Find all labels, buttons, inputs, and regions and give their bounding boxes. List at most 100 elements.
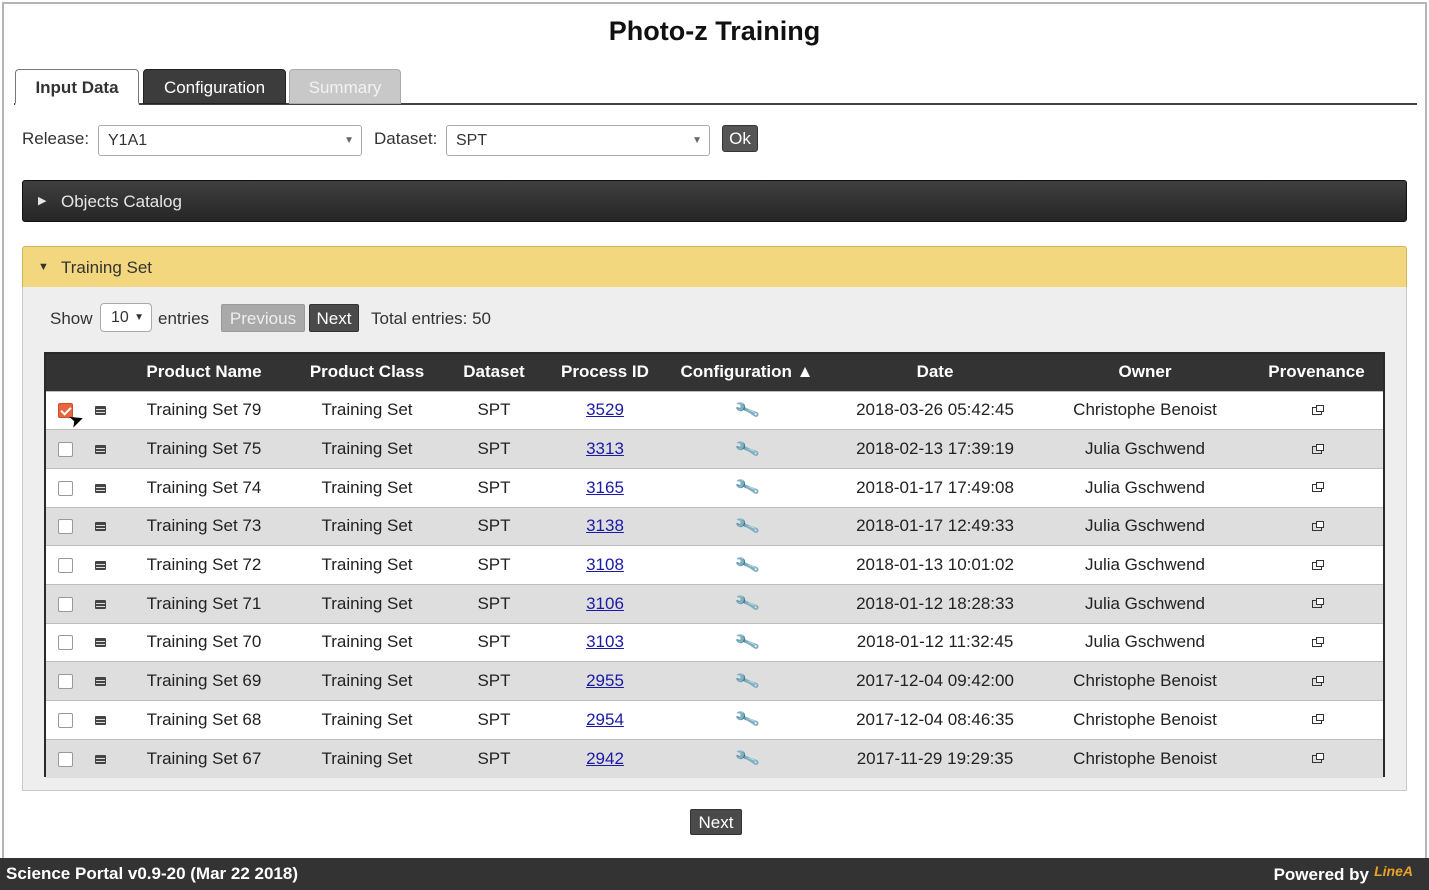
cell-date: 2018-01-13 10:01:02 [856, 555, 1014, 575]
entries-label: entries [158, 309, 210, 328]
table-view-icon[interactable] [94, 677, 106, 687]
external-link-icon[interactable] [1311, 714, 1324, 725]
table-view-icon[interactable] [94, 561, 106, 571]
process-id-link[interactable]: 2955 [586, 671, 624, 690]
cell-dataset: SPT [477, 477, 511, 497]
training-set-panel-header[interactable]: ▼ Training Set [22, 246, 1407, 288]
process-id-link[interactable]: 2954 [586, 710, 624, 729]
dataset-select[interactable]: SPT ▼ [446, 125, 710, 156]
cell-product-name: Training Set 68 [146, 709, 262, 729]
table-row[interactable]: Training Set 67 Training Set SPT 2942 🔧 2017-… [46, 739, 1383, 778]
wrench-icon[interactable]: 🔧 [733, 590, 761, 617]
row-checkbox[interactable] [57, 712, 73, 728]
table-view-icon[interactable] [94, 754, 106, 764]
col-provenance[interactable]: Provenance [1250, 354, 1383, 391]
cell-owner: Julia Gschwend [1084, 516, 1205, 536]
table-view-icon[interactable] [94, 638, 106, 648]
row-checkbox[interactable] [57, 596, 73, 612]
row-checkbox[interactable] [57, 442, 73, 458]
next-step-button[interactable]: Next [690, 809, 742, 835]
row-checkbox[interactable] [57, 674, 73, 690]
wrench-icon[interactable]: 🔧 [733, 513, 761, 540]
external-link-icon[interactable] [1311, 559, 1324, 570]
table-view-icon[interactable] [94, 483, 106, 493]
cell-product-class: Training Set [321, 555, 413, 575]
external-link-icon[interactable] [1311, 482, 1324, 493]
wrench-icon[interactable]: 🔧 [733, 667, 761, 694]
external-link-icon[interactable] [1311, 443, 1324, 454]
table-row[interactable]: Training Set 74 Training Set SPT 3165 🔧 2018-… [46, 468, 1383, 508]
row-checkbox[interactable] [57, 751, 73, 767]
release-select[interactable]: Y1A1 ▼ [98, 125, 362, 156]
cell-product-class: Training Set [321, 439, 413, 459]
wrench-icon[interactable]: 🔧 [733, 435, 761, 462]
wrench-icon[interactable]: 🔧 [733, 706, 761, 733]
process-id-link[interactable]: 3529 [586, 400, 624, 419]
cell-product-name: Training Set 72 [146, 555, 262, 575]
row-checkbox[interactable] [57, 480, 73, 496]
external-link-icon[interactable] [1311, 598, 1324, 609]
external-link-icon[interactable] [1311, 520, 1324, 531]
wrench-icon[interactable]: 🔧 [733, 474, 761, 501]
entries-per-page-select[interactable]: 10 ▼ [100, 303, 152, 332]
tab-summary[interactable]: Summary [289, 69, 401, 104]
table-view-icon[interactable] [94, 445, 106, 455]
process-id-link[interactable]: 2942 [586, 749, 624, 768]
objects-catalog-panel-header[interactable]: ▶ Objects Catalog [22, 180, 1407, 222]
table-view-icon[interactable] [94, 522, 106, 532]
table-row[interactable]: Training Set 68 Training Set SPT 2954 🔧 2017-… [46, 700, 1383, 740]
table-row[interactable]: Training Set 71 Training Set SPT 3106 🔧 2018-… [46, 584, 1383, 624]
table-row[interactable]: Training Set 69 Training Set SPT 2955 🔧 2017-… [46, 661, 1383, 701]
cell-date: 2018-01-12 18:28:33 [856, 593, 1014, 613]
col-dataset[interactable]: Dataset [442, 354, 546, 391]
process-id-link[interactable]: 3165 [586, 478, 624, 497]
table-row[interactable]: Training Set 79 Training Set SPT 3529 🔧 2018-… [46, 391, 1383, 430]
table-view-icon[interactable] [94, 599, 106, 609]
training-set-title: Training Set [61, 258, 153, 277]
next-page-button[interactable]: Next [309, 304, 359, 332]
wrench-icon[interactable]: 🔧 [733, 629, 761, 656]
cell-product-class: Training Set [321, 671, 413, 691]
previous-page-button[interactable]: Previous [221, 304, 305, 332]
cell-product-class: Training Set [321, 632, 413, 652]
external-link-icon[interactable] [1311, 753, 1324, 764]
cell-owner: Julia Gschwend [1084, 439, 1205, 459]
table-view-icon[interactable] [94, 715, 106, 725]
table-row[interactable]: Training Set 70 Training Set SPT 3103 🔧 2018-… [46, 623, 1383, 662]
col-process-id[interactable]: Process ID [546, 354, 664, 391]
wrench-icon[interactable]: 🔧 [733, 745, 761, 772]
process-id-link[interactable]: 3138 [586, 516, 624, 535]
table-row[interactable]: Training Set 75 Training Set SPT 3313 🔧 2018-… [46, 429, 1383, 469]
cell-product-class: Training Set [321, 709, 413, 729]
table-view-icon[interactable] [94, 406, 106, 416]
external-link-icon[interactable] [1311, 636, 1324, 647]
external-link-icon[interactable] [1311, 404, 1324, 415]
external-link-icon[interactable] [1311, 675, 1324, 686]
row-checkbox[interactable] [57, 519, 73, 535]
row-checkbox[interactable] [57, 558, 73, 574]
process-id-link[interactable]: 3313 [586, 439, 624, 458]
wrench-icon[interactable]: 🔧 [733, 397, 761, 424]
tab-configuration[interactable]: Configuration [143, 69, 286, 104]
cell-product-class: Training Set [321, 748, 413, 768]
table-row[interactable]: Training Set 72 Training Set SPT 3108 🔧 2018-… [46, 545, 1383, 585]
linea-logo[interactable]: LineA [1374, 863, 1413, 879]
col-configuration[interactable]: Configuration ▲ [664, 354, 830, 391]
ok-button[interactable]: Ok [722, 125, 758, 152]
process-id-link[interactable]: 3108 [586, 555, 624, 574]
wrench-icon[interactable]: 🔧 [733, 551, 761, 578]
row-checkbox[interactable] [57, 635, 73, 651]
process-id-link[interactable]: 3106 [586, 594, 624, 613]
process-id-link[interactable]: 3103 [586, 632, 624, 651]
cell-date: 2017-12-04 08:46:35 [856, 709, 1014, 729]
cell-date: 2018-01-17 12:49:33 [856, 516, 1014, 536]
col-product-class[interactable]: Product Class [292, 354, 442, 391]
tab-input-data[interactable]: Input Data [15, 69, 139, 105]
col-date[interactable]: Date [830, 354, 1040, 391]
cell-product-name: Training Set 75 [146, 439, 262, 459]
table-row[interactable]: Training Set 73 Training Set SPT 3138 🔧 2018-… [46, 507, 1383, 546]
col-owner[interactable]: Owner [1040, 354, 1250, 391]
cell-product-name: Training Set 71 [146, 593, 262, 613]
col-product-name[interactable]: Product Name [116, 354, 292, 391]
cell-dataset: SPT [477, 632, 511, 652]
